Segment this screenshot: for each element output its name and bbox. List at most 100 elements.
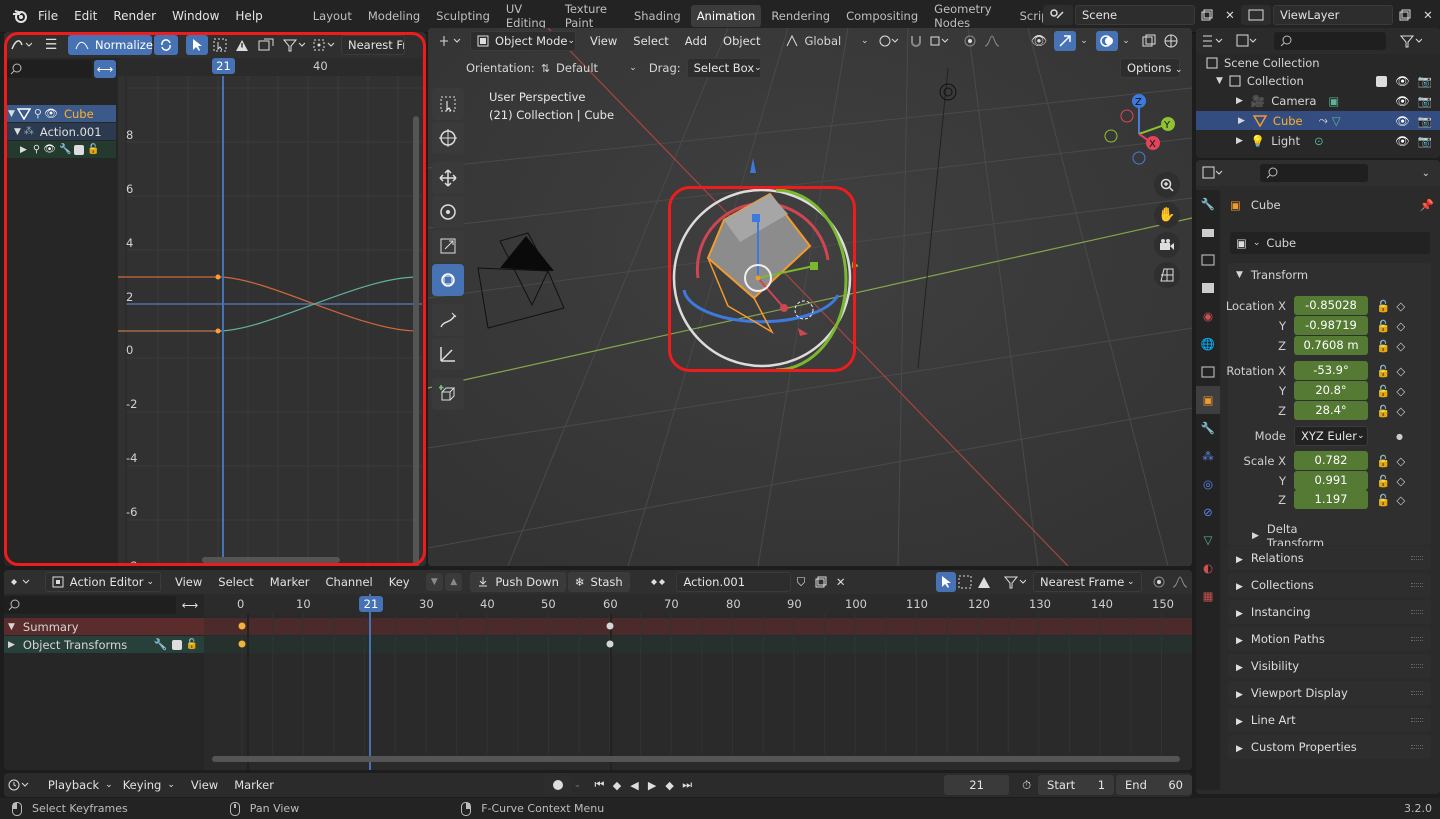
prev-keyframe-icon[interactable]: ◆ <box>608 775 626 795</box>
new-scene-icon[interactable] <box>1195 5 1219 25</box>
3d-viewport[interactable]: Object Mode ⌄ View Select Add Object Glo… <box>428 28 1192 566</box>
keyframe-diamond-icon[interactable]: ◇ <box>1396 384 1405 398</box>
scale-z-field[interactable]: 1.197 <box>1294 490 1368 509</box>
only-selected-icon[interactable] <box>936 572 956 592</box>
pin-icon[interactable]: 📌 <box>1420 198 1434 212</box>
show-hidden-icon[interactable] <box>956 572 975 592</box>
outliner-search-input[interactable] <box>1274 32 1386 50</box>
render-camera-icon[interactable]: 📷 <box>1418 114 1432 128</box>
jump-start-icon[interactable]: ⏮ <box>591 775 609 795</box>
menu-file[interactable]: File <box>38 9 58 23</box>
drag-dropdown[interactable]: Select Box ⌄ <box>686 58 762 78</box>
summary-channel[interactable]: ▼ Summary <box>4 618 204 635</box>
zoom-icon[interactable] <box>1154 172 1180 198</box>
eye-icon[interactable]: 👁 <box>1395 74 1410 88</box>
keyframe-diamond-icon[interactable]: ◇ <box>1396 474 1405 488</box>
tab-rendering[interactable]: Rendering <box>771 9 830 23</box>
layer-down-icon[interactable]: ▼ <box>425 573 443 591</box>
wireframe-shading-icon[interactable] <box>1160 31 1182 51</box>
scene-name-field[interactable]: Scene <box>1075 5 1195 25</box>
lock-icon[interactable]: 🔓 <box>1376 404 1390 418</box>
close-scene-icon[interactable]: ✕ <box>1219 5 1241 25</box>
current-frame-indicator[interactable]: 21 <box>359 596 383 612</box>
keyframe-diamond-icon[interactable]: ◇ <box>1396 299 1405 313</box>
visibility-panel[interactable]: ▶ Visibility <box>1228 654 1431 678</box>
outliner-item-light[interactable]: ▶ 💡 Light ⊙ 👁 📷 <box>1236 132 1436 150</box>
rotation-z-field[interactable]: 28.4° <box>1294 401 1368 420</box>
keyframe-diamond-icon[interactable]: ◇ <box>1396 493 1405 507</box>
output-tab-icon[interactable] <box>1196 246 1220 274</box>
render-camera-icon[interactable]: 📷 <box>1418 74 1432 88</box>
auto-keying-icon[interactable] <box>543 775 573 795</box>
menu-edit[interactable]: Edit <box>74 9 97 23</box>
new-action-icon[interactable] <box>812 572 831 592</box>
display-mode-icon[interactable] <box>1230 31 1264 51</box>
lock-icon[interactable]: 🔓 <box>1376 339 1390 353</box>
lock-icon[interactable]: 🔓 <box>1376 474 1390 488</box>
menu-window[interactable]: Window <box>172 9 219 23</box>
blender-logo-icon[interactable] <box>12 9 28 23</box>
editor-type-icon[interactable] <box>4 572 37 592</box>
stash-button[interactable]: ❄ Stash <box>567 572 630 592</box>
new-viewlayer-icon[interactable] <box>1393 5 1417 25</box>
menu-playback[interactable]: Playback ⌄ <box>48 778 113 792</box>
scale-y-field[interactable]: 0.991 <box>1294 471 1368 490</box>
current-frame-field[interactable]: 21 <box>943 775 1010 795</box>
filter-icon[interactable] <box>1000 572 1029 592</box>
unlink-action-icon[interactable]: ✕ <box>831 572 850 592</box>
rotation-y-field[interactable]: 20.8° <box>1294 381 1368 400</box>
tab-uv-editing[interactable]: UV Editing <box>506 2 549 30</box>
annotate-tool[interactable] <box>432 304 464 336</box>
falloff-icon[interactable] <box>981 31 1003 51</box>
collapse-icon[interactable]: ▶ <box>1236 96 1243 106</box>
next-keyframe-icon[interactable]: ◆ <box>661 775 679 795</box>
push-down-button[interactable]: Push Down <box>470 572 566 592</box>
transform-tool[interactable] <box>432 264 464 296</box>
rotate-tool[interactable] <box>432 196 464 228</box>
menu-object[interactable]: Object <box>723 34 760 48</box>
chevron-down-icon[interactable]: ⌄ <box>1422 168 1430 179</box>
keyframe-diamond-icon[interactable]: ◇ <box>1396 339 1405 353</box>
object-transforms-channel[interactable]: ▶ Object Transforms 🔧 🔓 <box>4 636 204 653</box>
outliner-collection[interactable]: ▼ Collection 👁 📷 <box>1216 72 1436 90</box>
viewport-display-panel[interactable]: ▶ Viewport Display <box>1228 681 1431 705</box>
render-camera-icon[interactable]: 📷 <box>1418 94 1432 108</box>
lock-icon[interactable]: 🔓 <box>186 639 198 650</box>
expand-icon[interactable]: ▼ <box>8 622 15 632</box>
collections-panel[interactable]: ▶ Collections <box>1228 573 1431 597</box>
line-art-panel[interactable]: ▶ Line Art <box>1228 708 1431 732</box>
keyframe-diamond-icon[interactable]: ◇ <box>1396 454 1405 468</box>
editor-type-icon[interactable] <box>436 31 466 51</box>
custom-properties-panel[interactable]: ▶ Custom Properties <box>1228 735 1431 759</box>
menu-view[interactable]: View <box>191 778 218 792</box>
scale-x-field[interactable]: 0.782 <box>1294 451 1368 470</box>
transform-orientation-dropdown[interactable]: Global ⌄ <box>785 34 869 48</box>
falloff-icon[interactable] <box>1169 572 1192 592</box>
tab-sculpting[interactable]: Sculpting <box>436 9 490 23</box>
tool-tab-icon[interactable]: 🔧 <box>1196 190 1220 218</box>
pivot-point-icon[interactable] <box>873 31 905 51</box>
fake-user-shield-icon[interactable]: ⛉ <box>791 572 812 592</box>
menu-help[interactable]: Help <box>235 9 262 23</box>
snap-dropdown[interactable]: Nearest Frame ⌄ <box>1033 572 1142 592</box>
location-z-field[interactable]: 0.7608 m <box>1294 336 1368 355</box>
preview-range-icon[interactable]: ⏱ <box>1015 775 1038 795</box>
menu-view[interactable]: View <box>175 575 202 589</box>
snap-target-icon[interactable] <box>927 31 953 51</box>
action-search-input[interactable] <box>4 596 176 614</box>
collapse-icon[interactable]: ▶ <box>8 640 15 650</box>
lock-icon[interactable]: 🔓 <box>1376 364 1390 378</box>
measure-tool[interactable] <box>432 338 464 370</box>
editor-type-icon[interactable] <box>1196 163 1230 183</box>
options-dropdown[interactable]: Options ⌄ <box>1120 58 1183 78</box>
ortho-grid-icon[interactable] <box>1154 262 1180 288</box>
collapse-icon[interactable]: ▶ <box>1238 116 1245 126</box>
action-browse-icon[interactable] <box>644 572 677 592</box>
errors-only-icon[interactable] <box>975 572 994 592</box>
expand-icon[interactable]: ▼ <box>1216 76 1223 86</box>
render-tab-icon[interactable] <box>1196 218 1220 246</box>
orientation-dropdown[interactable]: ⇅ Default ⌄ <box>541 61 637 75</box>
lock-icon[interactable]: 🔓 <box>1376 493 1390 507</box>
tab-compositing[interactable]: Compositing <box>846 9 918 23</box>
eye-icon[interactable]: 👁 <box>1395 114 1410 128</box>
